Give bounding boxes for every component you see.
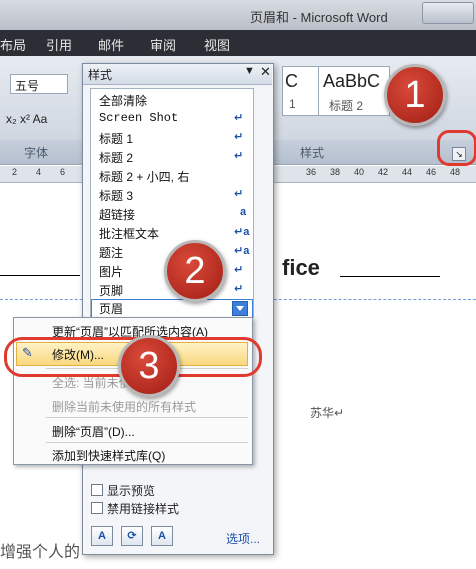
ruler-number: 36 — [306, 167, 317, 177]
show-preview-checkbox[interactable] — [91, 484, 103, 496]
paragraph-mark-icon: ↵ — [234, 150, 244, 162]
paragraph-mark-icon: ↵ — [234, 283, 244, 295]
window-title: 页眉和 - Microsoft Word — [250, 10, 388, 25]
styles-pane-title: 样式 — [88, 68, 113, 82]
subscript-button[interactable]: x₂ x² Aa — [6, 112, 47, 126]
window-controls[interactable] — [422, 2, 474, 24]
disable-linked-checkbox[interactable] — [91, 502, 103, 514]
tab-references[interactable]: 引用 — [46, 35, 72, 54]
partial-document-text: 增强个人的 — [0, 544, 81, 561]
linked-style-icon: ↵a — [234, 245, 250, 257]
style-item[interactable]: 题注 — [99, 244, 123, 261]
header-underline — [0, 275, 80, 276]
close-icon[interactable]: ✕ — [260, 64, 271, 80]
pane-dropdown-icon[interactable]: ▼ — [244, 65, 255, 77]
character-style-icon: a — [240, 206, 247, 218]
style-gallery-name-1: 1 — [289, 97, 296, 111]
font-size-value: 五号 — [15, 79, 40, 93]
linked-style-icon: ↵a — [234, 226, 250, 238]
style-gallery-item-2[interactable]: AaBbC 标题 2 — [318, 66, 390, 116]
show-preview-label: 显示预览 — [107, 484, 156, 498]
menu-divider — [46, 417, 248, 418]
ruler-number: 6 — [60, 167, 66, 177]
chevron-down-icon[interactable] — [232, 301, 248, 316]
style-inspector-icon[interactable]: ⟳ — [121, 526, 143, 546]
menu-item-delete-style[interactable]: 删除“页眉”(D)... — [52, 423, 135, 440]
tab-layout[interactable]: 布局 — [0, 35, 26, 54]
ruler-number: 42 — [378, 167, 389, 177]
ruler-number: 4 — [36, 167, 42, 177]
ruler-number: 48 — [450, 167, 461, 177]
style-gallery-preview-1: C — [285, 71, 298, 91]
header-text: fice — [282, 255, 320, 280]
manage-styles-icon[interactable]: A — [151, 526, 173, 546]
ruler-number: 38 — [330, 167, 341, 177]
style-item[interactable]: 页脚 — [99, 282, 123, 299]
style-item[interactable]: 标题 3 — [99, 187, 133, 204]
style-gallery-name-2: 标题 2 — [329, 99, 364, 113]
ruler-number: 40 — [354, 167, 365, 177]
tab-review[interactable]: 审阅 — [150, 35, 176, 54]
options-link[interactable]: 选项... — [226, 530, 260, 547]
font-group-label: 字体 — [24, 146, 49, 160]
style-item[interactable]: 标题 1 — [99, 130, 133, 147]
paragraph-mark-icon: ↵ — [234, 131, 244, 143]
callout-badge-1: 1 — [384, 64, 446, 126]
style-item[interactable]: Screen Shot — [99, 111, 178, 125]
style-gallery-preview-2: AaBbC — [323, 71, 381, 91]
paragraph-mark-icon: ↵ — [234, 188, 244, 200]
style-item[interactable]: 图片 — [99, 263, 123, 280]
ruler-number: 44 — [402, 167, 413, 177]
style-item[interactable]: 标题 2 — [99, 149, 133, 166]
selected-style-label: 页眉 — [99, 302, 124, 316]
title-bar — [0, 0, 476, 30]
ruler-number: 46 — [426, 167, 437, 177]
paragraph-mark-icon: ↵ — [234, 264, 244, 276]
tab-view[interactable]: 视图 — [204, 35, 230, 54]
menu-item-delete-unused: 删除当前未使用的所有样式 — [52, 400, 197, 414]
tab-mailings[interactable]: 邮件 — [98, 35, 124, 54]
disable-linked-label: 禁用链接样式 — [107, 502, 180, 516]
author-text: 苏华↵ — [310, 406, 345, 420]
style-item[interactable]: 批注框文本 — [99, 225, 159, 242]
callout-badge-2: 2 — [164, 240, 226, 302]
menu-item-add-to-gallery[interactable]: 添加到快速样式库(Q) — [52, 447, 165, 464]
ruler-number: 2 — [12, 167, 18, 177]
menu-divider — [46, 442, 248, 443]
styles-group-label: 样式 — [300, 146, 325, 160]
style-item[interactable]: 超链接 — [99, 206, 135, 223]
style-item[interactable]: 标题 2 + 小四, 右 — [99, 168, 189, 185]
font-size-box[interactable]: 五号 — [10, 74, 68, 94]
callout-badge-3: 3 — [118, 335, 180, 397]
new-style-icon[interactable]: A — [91, 526, 113, 546]
style-item[interactable]: 全部清除 — [99, 92, 147, 109]
paragraph-mark-icon: ↵ — [234, 112, 244, 124]
highlight-ring-1 — [437, 130, 476, 166]
header-underline-right — [340, 276, 440, 277]
